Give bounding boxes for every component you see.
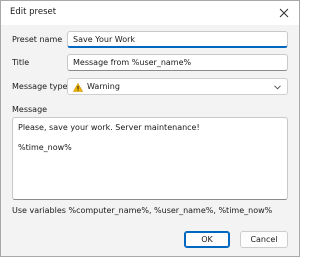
cancel-button[interactable]: Cancel: [240, 231, 288, 248]
window-title: Edit preset: [10, 7, 57, 17]
preset-name-value: Save Your Work: [73, 35, 136, 44]
message-line: %time_now%: [18, 143, 72, 152]
message-type-label: Message type: [12, 82, 68, 91]
variables-hint: Use variables %computer_name%, %user_nam…: [12, 206, 273, 215]
title-input[interactable]: Message from %user_name%: [67, 54, 288, 71]
ok-button[interactable]: OK: [184, 231, 230, 248]
chevron-down-icon: [274, 85, 281, 90]
message-type-select[interactable]: Warning: [67, 78, 288, 95]
title-bar[interactable]: Edit preset: [1, 1, 299, 25]
edit-preset-dialog: Edit preset Preset name Save Your Work T…: [0, 0, 300, 257]
message-type-value: Warning: [87, 82, 120, 91]
title-label: Title: [12, 58, 30, 67]
title-value: Message from %user_name%: [73, 58, 192, 67]
message-label: Message: [12, 105, 48, 114]
warning-icon: [73, 83, 83, 92]
preset-name-input[interactable]: Save Your Work: [67, 31, 288, 48]
preset-name-label: Preset name: [12, 35, 63, 44]
message-line: Please, save your work. Server maintenan…: [18, 123, 200, 132]
close-button[interactable]: [269, 1, 299, 25]
close-icon: [279, 8, 289, 18]
message-textarea[interactable]: Please, save your work. Server maintenan…: [12, 117, 288, 200]
